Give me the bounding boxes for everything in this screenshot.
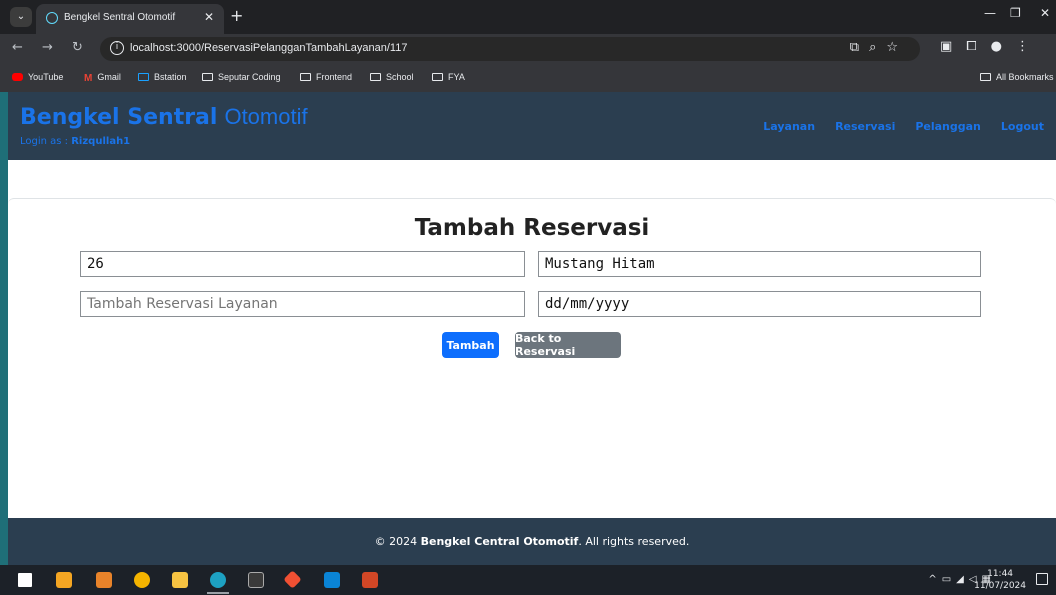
bookmarks-bar: YouTube M Gmail Bstation Seputar Coding F…: [0, 64, 1056, 92]
bstation-icon: [138, 73, 149, 81]
vehicle-field[interactable]: Mustang Hitam: [538, 251, 981, 277]
powerpoint-icon[interactable]: [362, 572, 378, 588]
reload-icon[interactable]: ↻: [72, 40, 83, 55]
folder-icon: [370, 73, 381, 81]
address-bar[interactable]: i localhost:3000/ReservasiPelangganTamba…: [100, 37, 920, 61]
restore-icon[interactable]: ❐: [1010, 6, 1021, 20]
date-field[interactable]: dd/mm/yyyy: [538, 291, 981, 317]
main-menu: Layanan Reservasi Pelanggan Logout: [763, 120, 1044, 133]
menu-pelanggan[interactable]: Pelanggan: [915, 120, 981, 133]
site-info-icon[interactable]: i: [110, 41, 124, 55]
form-title: Tambah Reservasi: [414, 215, 650, 241]
windows-start-icon[interactable]: [18, 573, 32, 587]
terminal-icon[interactable]: [248, 572, 264, 588]
notification-icon[interactable]: [1036, 573, 1048, 585]
reservation-form-card: Tambah Reservasi 26 Mustang Hitam Tambah…: [8, 198, 1056, 518]
bookmark-fya[interactable]: FYA: [432, 72, 465, 82]
window-close-icon[interactable]: ✕: [1040, 6, 1050, 20]
git-icon[interactable]: [283, 570, 302, 589]
file-explorer-icon[interactable]: [172, 572, 188, 588]
bookmark-seputar-coding[interactable]: Seputar Coding: [202, 72, 281, 82]
app-header: Bengkel Sentral Otomotif Login as : Rizq…: [8, 92, 1056, 160]
bookmark-youtube[interactable]: YouTube: [12, 72, 63, 82]
sticky-app-icon[interactable]: [56, 572, 72, 588]
brand-logo[interactable]: Bengkel Sentral Otomotif: [20, 104, 308, 130]
all-bookmarks[interactable]: All Bookmarks: [980, 72, 1054, 82]
login-info: Login as : Rizqullah1: [20, 136, 131, 147]
menu-layanan[interactable]: Layanan: [763, 120, 815, 133]
web-page: Bengkel Sentral Otomotif Login as : Rizq…: [8, 92, 1056, 565]
extension-icons[interactable]: ▣⧠●⋮: [940, 39, 1043, 54]
browser-tab[interactable]: Bengkel Sentral Otomotif ✕: [36, 4, 224, 34]
tab-title: Bengkel Sentral Otomotif: [64, 12, 176, 23]
new-tab-button[interactable]: +: [230, 6, 243, 25]
bookmark-bstation[interactable]: Bstation: [138, 72, 187, 82]
browser-tab-bar: ⌄ Bengkel Sentral Otomotif ✕ + — ❐ ✕: [0, 0, 1056, 34]
page-footer: © 2024 Bengkel Central Otomotif. All rig…: [8, 518, 1056, 565]
xampp-icon[interactable]: [96, 572, 112, 588]
gmail-icon: M: [84, 73, 93, 84]
active-app-indicator: [207, 592, 229, 594]
bookmark-school[interactable]: School: [370, 72, 414, 82]
forward-icon[interactable]: →: [42, 40, 53, 55]
folder-icon: [300, 73, 311, 81]
minimize-icon[interactable]: —: [984, 6, 996, 20]
chrome-icon[interactable]: [134, 572, 150, 588]
react-favicon-icon: [46, 12, 58, 24]
menu-reservasi[interactable]: Reservasi: [835, 120, 895, 133]
folder-icon: [432, 73, 443, 81]
youtube-icon: [12, 73, 23, 81]
browser-navbar: ← → ↻ i localhost:3000/ReservasiPelangga…: [0, 34, 1056, 64]
folder-icon: [980, 73, 991, 81]
vscode-icon[interactable]: [324, 572, 340, 588]
tab-search-button[interactable]: ⌄: [10, 7, 32, 27]
service-field[interactable]: Tambah Reservasi Layanan: [80, 291, 525, 317]
back-to-reservasi-button[interactable]: Back to Reservasi: [515, 332, 621, 358]
tambah-button[interactable]: Tambah: [442, 332, 499, 358]
menu-logout[interactable]: Logout: [1001, 120, 1044, 133]
omnibox-actions[interactable]: ⧉⌕☆: [850, 40, 908, 55]
bookmark-frontend[interactable]: Frontend: [300, 72, 352, 82]
folder-icon: [202, 73, 213, 81]
close-tab-icon[interactable]: ✕: [204, 10, 214, 24]
chrome-dev-icon[interactable]: [210, 572, 226, 588]
windows-taskbar: ^▭◢◁▦ 11:44 11/07/2024: [0, 565, 1056, 595]
back-icon[interactable]: ←: [12, 40, 23, 55]
bookmark-gmail[interactable]: M Gmail: [84, 72, 121, 84]
url-text[interactable]: localhost:3000/ReservasiPelangganTambahL…: [130, 42, 407, 54]
id-field[interactable]: 26: [80, 251, 525, 277]
taskbar-clock[interactable]: 11:44 11/07/2024: [974, 568, 1026, 592]
